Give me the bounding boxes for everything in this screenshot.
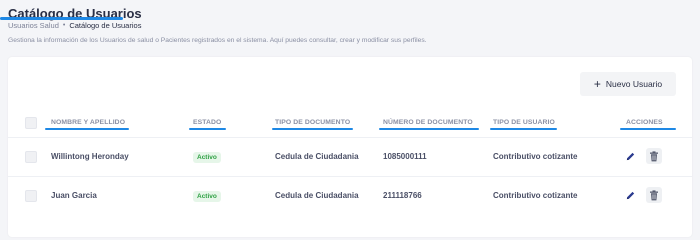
trash-icon: [650, 150, 658, 161]
new-user-label: Nuevo Usuario: [605, 79, 663, 89]
status-badge: Activo: [193, 152, 221, 163]
select-all-checkbox[interactable]: [25, 117, 37, 129]
cell-doc-number: 211118766: [383, 191, 422, 200]
column-header-doc-number-underline: [379, 128, 479, 130]
column-header-doc-type-underline: [272, 128, 353, 130]
column-header-actions-underline: [620, 128, 676, 130]
header-divider: [8, 137, 692, 138]
page-description: Gestiona la información de los Usuarios …: [8, 37, 427, 44]
row-checkbox[interactable]: [25, 190, 37, 202]
cell-user-type: Contributivo cotizante: [493, 152, 578, 161]
column-header-actions: ACCIONES: [626, 119, 663, 126]
column-header-doc-type[interactable]: TIPO DE DOCUMENTO: [275, 119, 350, 126]
delete-button[interactable]: [646, 187, 662, 203]
row-checkbox[interactable]: [25, 151, 37, 163]
column-header-name[interactable]: NOMBRE Y APELLIDO: [51, 119, 125, 126]
cell-doc-number: 1085000111: [383, 152, 427, 161]
edit-button[interactable]: [622, 187, 638, 203]
status-badge: Activo: [193, 191, 221, 202]
breadcrumb-parent[interactable]: Usuarios Salud: [8, 21, 59, 30]
cell-name: Juan Garcia: [51, 191, 97, 200]
column-header-status[interactable]: ESTADO: [193, 119, 221, 126]
plus-icon: +: [593, 77, 601, 91]
pencil-icon: [626, 191, 634, 199]
title-underline: [0, 17, 123, 20]
trash-icon: [650, 189, 658, 200]
row-divider: [8, 176, 692, 177]
edit-button[interactable]: [622, 148, 638, 164]
breadcrumb-current: Catálogo de Usuarios: [69, 21, 142, 30]
delete-button[interactable]: [646, 148, 662, 164]
cell-doc-type: Cedula de Ciudadania: [275, 152, 359, 161]
column-header-doc-number[interactable]: NÚMERO DE DOCUMENTO: [383, 119, 473, 126]
new-user-button[interactable]: + Nuevo Usuario: [580, 72, 676, 96]
column-header-name-underline: [45, 128, 129, 130]
column-header-user-type[interactable]: TIPO DE USUARIO: [493, 119, 555, 126]
cell-user-type: Contributivo cotizante: [493, 191, 578, 200]
column-header-status-underline: [189, 128, 226, 130]
cell-doc-type: Cedula de Ciudadania: [275, 191, 359, 200]
breadcrumb: Usuarios Salud • Catálogo de Usuarios: [8, 21, 141, 30]
column-header-user-type-underline: [490, 128, 557, 130]
pencil-icon: [626, 152, 634, 160]
cell-name: Willintong Heronday: [51, 152, 129, 161]
breadcrumb-separator: •: [62, 22, 66, 29]
